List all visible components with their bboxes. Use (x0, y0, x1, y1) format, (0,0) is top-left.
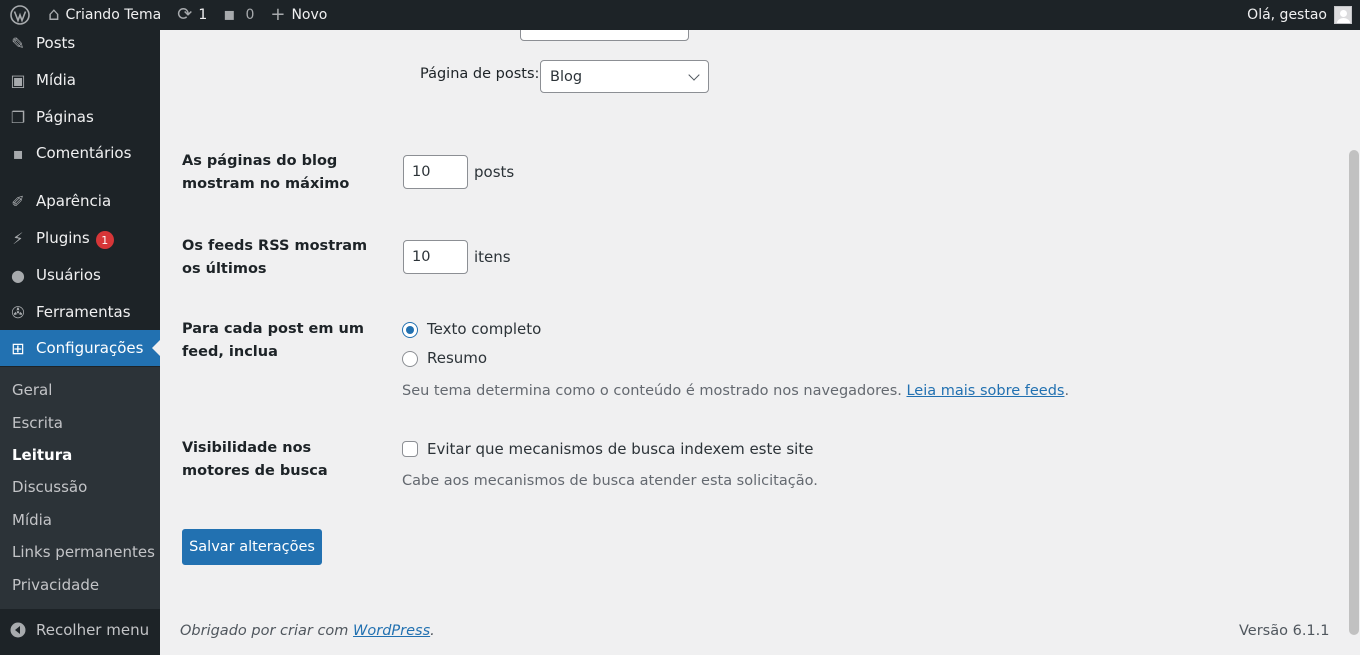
admin-sidebar: ✎ Posts ▣ Mídia ❐ Páginas ▪ Comentários … (0, 30, 160, 655)
submenu-item-general[interactable]: Geral (12, 381, 52, 399)
collapse-icon (0, 622, 36, 638)
rss-label: Os feeds RSS mostram os últimos (182, 238, 368, 277)
summary-radio[interactable] (402, 351, 418, 367)
search-visibility-label: Visibilidade nos motores de busca (182, 440, 328, 479)
sidebar-item-label: Mídia (36, 71, 76, 89)
rss-items-input[interactable]: 10 (403, 240, 468, 274)
sidebar-item-posts[interactable]: ✎ Posts (0, 25, 160, 61)
discourage-search-checkbox[interactable] (402, 441, 418, 457)
new-content-link[interactable]: + Novo (262, 0, 335, 30)
plus-icon: + (270, 4, 286, 25)
updates-count: 1 (198, 7, 208, 23)
sidebar-item-label: Posts (36, 34, 76, 52)
wp-logo-button[interactable] (0, 0, 40, 30)
updates-link[interactable]: ⟳ 1 (169, 0, 215, 30)
comments-count: 0 (245, 7, 255, 23)
comment-icon: ▪ (12, 143, 24, 163)
posts-unit: posts (474, 163, 515, 181)
brush-icon: ✐ (11, 191, 25, 211)
submenu-item-reading[interactable]: Leitura (12, 446, 72, 464)
main-content: Página de posts: Blog As páginas do blog… (160, 10, 1346, 655)
settings-submenu: Geral Escrita Leitura Discussão Mídia Li… (0, 367, 160, 609)
refresh-icon: ⟳ (177, 4, 193, 25)
sidebar-item-comments[interactable]: ▪ Comentários (0, 135, 160, 171)
submenu-item-writing[interactable]: Escrita (12, 414, 63, 432)
comments-link[interactable]: ▪ 0 (215, 0, 262, 30)
wordpress-link[interactable]: WordPress (353, 623, 430, 639)
pin-icon: ✎ (11, 33, 25, 53)
wrench-icon: ✇ (11, 302, 25, 322)
chevron-down-icon (688, 69, 700, 81)
update-badge: 1 (95, 231, 114, 249)
full-text-label[interactable]: Texto completo (427, 320, 541, 338)
plugin-icon: ⚡ (12, 228, 24, 248)
comment-icon: ▪ (223, 4, 236, 25)
version-text: Versão 6.1.1 (1239, 623, 1330, 639)
discourage-search-label[interactable]: Evitar que mecanismos de busca indexem e… (427, 440, 813, 458)
feed-description: Seu tema determina como o conteúdo é mos… (402, 383, 1069, 399)
collapse-menu-button[interactable]: Recolher menu (0, 612, 160, 648)
scrollbar[interactable] (1346, 30, 1360, 655)
sidebar-item-plugins[interactable]: ⚡ Plugins 1 (0, 220, 160, 256)
sidebar-item-label: Configurações (36, 339, 144, 357)
my-account-link[interactable]: Olá, gestao (1247, 6, 1360, 24)
period: . (1064, 383, 1070, 399)
site-name: Criando Tema (65, 7, 162, 23)
wordpress-icon (10, 5, 30, 25)
sidebar-item-label: Aparência (36, 192, 112, 210)
full-text-radio[interactable] (402, 322, 418, 338)
rss-items-value: 10 (412, 249, 431, 265)
submenu-item-permalinks[interactable]: Links permanentes (12, 543, 155, 561)
sidebar-item-label: Páginas (36, 108, 94, 126)
sidebar-item-users[interactable]: ● Usuários (0, 257, 160, 293)
feed-content-label: Para cada post em um feed, inclua (182, 321, 364, 360)
footer-thanks: Obrigado por criar com WordPress. (180, 623, 435, 639)
greeting: Olá, gestao (1247, 7, 1327, 23)
admin-bar: ⌂ Criando Tema ⟳ 1 ▪ 0 + Novo Olá, gesta… (0, 0, 1360, 30)
submenu-item-discussion[interactable]: Discussão (12, 478, 87, 496)
sidebar-item-label: Plugins (36, 229, 90, 247)
search-visibility-description: Cabe aos mecanismos de busca atender est… (402, 473, 818, 489)
sidebar-item-pages[interactable]: ❐ Páginas (0, 99, 160, 135)
submenu-item-privacy[interactable]: Privacidade (12, 576, 99, 594)
settings-icon: ⊞ (11, 338, 25, 358)
scrollbar-thumb[interactable] (1349, 150, 1359, 635)
sidebar-item-media[interactable]: ▣ Mídia (0, 62, 160, 98)
sidebar-item-label: Usuários (36, 266, 101, 284)
posts-page-value: Blog (550, 68, 583, 85)
site-name-link[interactable]: ⌂ Criando Tema (40, 0, 169, 30)
feed-description-text: Seu tema determina como o conteúdo é mos… (402, 383, 902, 399)
blog-pages-label: As páginas do blog mostram no máximo (182, 153, 350, 192)
summary-label[interactable]: Resumo (427, 349, 487, 367)
sidebar-item-settings[interactable]: ⊞ Configurações (0, 330, 160, 366)
user-icon: ● (11, 265, 25, 285)
feeds-help-link[interactable]: Leia mais sobre feeds (906, 383, 1064, 399)
sidebar-item-tools[interactable]: ✇ Ferramentas (0, 294, 160, 330)
posts-per-page-value: 10 (412, 164, 431, 180)
submenu-item-media[interactable]: Mídia (12, 511, 52, 529)
sidebar-item-appearance[interactable]: ✐ Aparência (0, 183, 160, 219)
save-changes-button[interactable]: Salvar alterações (182, 529, 322, 565)
footer-thanks-text: Obrigado por criar com (180, 623, 349, 639)
pages-icon: ❐ (10, 107, 26, 127)
period: . (430, 623, 435, 639)
avatar (1334, 6, 1352, 24)
items-unit: itens (474, 248, 511, 266)
posts-per-page-input[interactable]: 10 (403, 155, 468, 189)
posts-page-select[interactable]: Blog (540, 60, 709, 93)
sidebar-item-label: Ferramentas (36, 303, 131, 321)
home-icon: ⌂ (48, 4, 60, 25)
media-icon: ▣ (10, 70, 26, 90)
sidebar-item-label: Comentários (36, 144, 132, 162)
new-label: Novo (291, 7, 328, 23)
collapse-label: Recolher menu (36, 621, 150, 639)
posts-page-label: Página de posts: (420, 66, 540, 82)
